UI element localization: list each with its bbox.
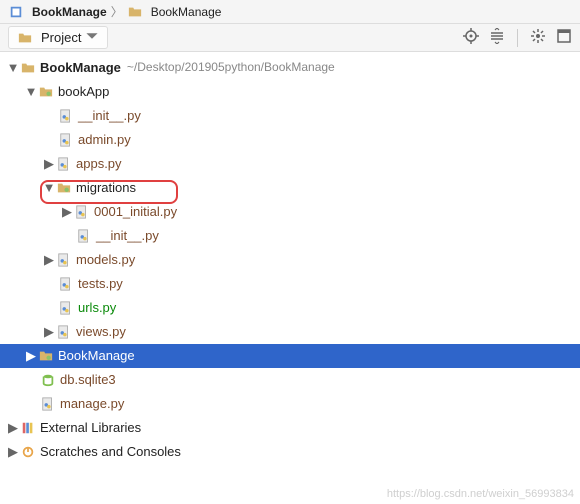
- tree-label: manage.py: [60, 396, 124, 413]
- tree-node-file[interactable]: ▶ apps.py: [0, 152, 580, 176]
- tree-toggle-icon[interactable]: ▶: [42, 252, 56, 269]
- tree-label: migrations: [76, 180, 136, 197]
- tree-label: tests.py: [78, 276, 123, 293]
- python-file-icon: [58, 300, 74, 316]
- dropdown-icon: [85, 29, 99, 46]
- hide-icon[interactable]: [556, 28, 572, 47]
- tree-node-package[interactable]: ▼ bookApp: [0, 80, 580, 104]
- tree-node-file[interactable]: tests.py: [0, 272, 580, 296]
- tree-path: ~/Desktop/201905python/BookManage: [127, 60, 335, 76]
- breadcrumb-label: BookManage: [32, 5, 107, 19]
- python-file-icon: [58, 276, 74, 292]
- folder-icon: [127, 4, 143, 20]
- project-toolbar: Project: [0, 24, 580, 52]
- locate-icon[interactable]: [463, 28, 479, 47]
- tree-toggle-icon[interactable]: ▼: [24, 84, 38, 101]
- tree-node-file[interactable]: ▶ 0001_initial.py: [0, 200, 580, 224]
- tree-toggle-icon[interactable]: ▶: [42, 324, 56, 341]
- scratches-icon: [20, 444, 36, 460]
- database-file-icon: [40, 372, 56, 388]
- breadcrumb: BookManage 〉 BookManage: [0, 0, 580, 24]
- project-tree: ▼ BookManage ~/Desktop/201905python/Book…: [0, 52, 580, 468]
- tree-node-file[interactable]: urls.py: [0, 296, 580, 320]
- breadcrumb-item-root[interactable]: BookManage: [8, 4, 107, 20]
- tree-node-file[interactable]: db.sqlite3: [0, 368, 580, 392]
- module-icon: [8, 4, 24, 20]
- tree-node-file[interactable]: __init__.py: [0, 224, 580, 248]
- tree-label: __init__.py: [78, 108, 141, 125]
- tree-label: BookManage: [40, 60, 121, 77]
- tree-label: Scratches and Consoles: [40, 444, 181, 461]
- tree-label: BookManage: [58, 348, 135, 365]
- watermark-text: https://blog.csdn.net/weixin_56993834: [387, 488, 574, 500]
- tree-node-file[interactable]: ▶ models.py: [0, 248, 580, 272]
- folder-icon: [20, 60, 36, 76]
- project-view-selector[interactable]: Project: [8, 26, 108, 49]
- tree-toggle-icon[interactable]: ▼: [6, 60, 20, 77]
- tree-toggle-icon[interactable]: ▶: [6, 420, 20, 437]
- python-file-icon: [56, 156, 72, 172]
- tree-label: db.sqlite3: [60, 372, 116, 389]
- tree-node-file[interactable]: manage.py: [0, 392, 580, 416]
- tree-node-inner-package[interactable]: ▶ BookManage: [0, 344, 580, 368]
- tree-label: admin.py: [78, 132, 131, 149]
- python-file-icon: [56, 252, 72, 268]
- chevron-right-icon: 〉: [111, 3, 123, 20]
- tree-label: bookApp: [58, 84, 109, 101]
- folder-icon: [17, 30, 33, 46]
- tree-toggle-icon[interactable]: ▶: [24, 348, 38, 365]
- tree-label: External Libraries: [40, 420, 141, 437]
- tree-label: views.py: [76, 324, 126, 341]
- breadcrumb-item-folder[interactable]: BookManage: [127, 4, 222, 20]
- tree-toggle-icon[interactable]: ▶: [42, 156, 56, 173]
- gear-icon[interactable]: [530, 28, 546, 47]
- tree-node-file[interactable]: __init__.py: [0, 104, 580, 128]
- expand-all-icon[interactable]: [489, 28, 505, 47]
- package-folder-icon: [38, 84, 54, 100]
- tree-label: __init__.py: [96, 228, 159, 245]
- tree-label: apps.py: [76, 156, 122, 173]
- tree-node-file[interactable]: ▶ views.py: [0, 320, 580, 344]
- tree-node-file[interactable]: admin.py: [0, 128, 580, 152]
- tree-node-migrations[interactable]: ▼ migrations: [0, 176, 580, 200]
- breadcrumb-label: BookManage: [151, 5, 222, 19]
- tree-node-scratches[interactable]: ▶ Scratches and Consoles: [0, 440, 580, 464]
- python-file-icon: [40, 396, 56, 412]
- tree-toggle-icon[interactable]: ▶: [60, 204, 74, 221]
- tree-label: 0001_initial.py: [94, 204, 177, 221]
- tree-toggle-icon[interactable]: ▼: [42, 180, 56, 197]
- python-file-icon: [76, 228, 92, 244]
- tree-label: models.py: [76, 252, 135, 269]
- tree-label: urls.py: [78, 300, 116, 317]
- python-file-icon: [74, 204, 90, 220]
- tree-node-external-libraries[interactable]: ▶ External Libraries: [0, 416, 580, 440]
- tree-toggle-icon[interactable]: ▶: [6, 444, 20, 461]
- package-folder-icon: [38, 348, 54, 364]
- python-file-icon: [58, 108, 74, 124]
- python-file-icon: [56, 324, 72, 340]
- python-file-icon: [58, 132, 74, 148]
- tree-node-root[interactable]: ▼ BookManage ~/Desktop/201905python/Book…: [0, 56, 580, 80]
- package-folder-icon: [56, 180, 72, 196]
- project-view-label: Project: [41, 30, 81, 45]
- libraries-icon: [20, 420, 36, 436]
